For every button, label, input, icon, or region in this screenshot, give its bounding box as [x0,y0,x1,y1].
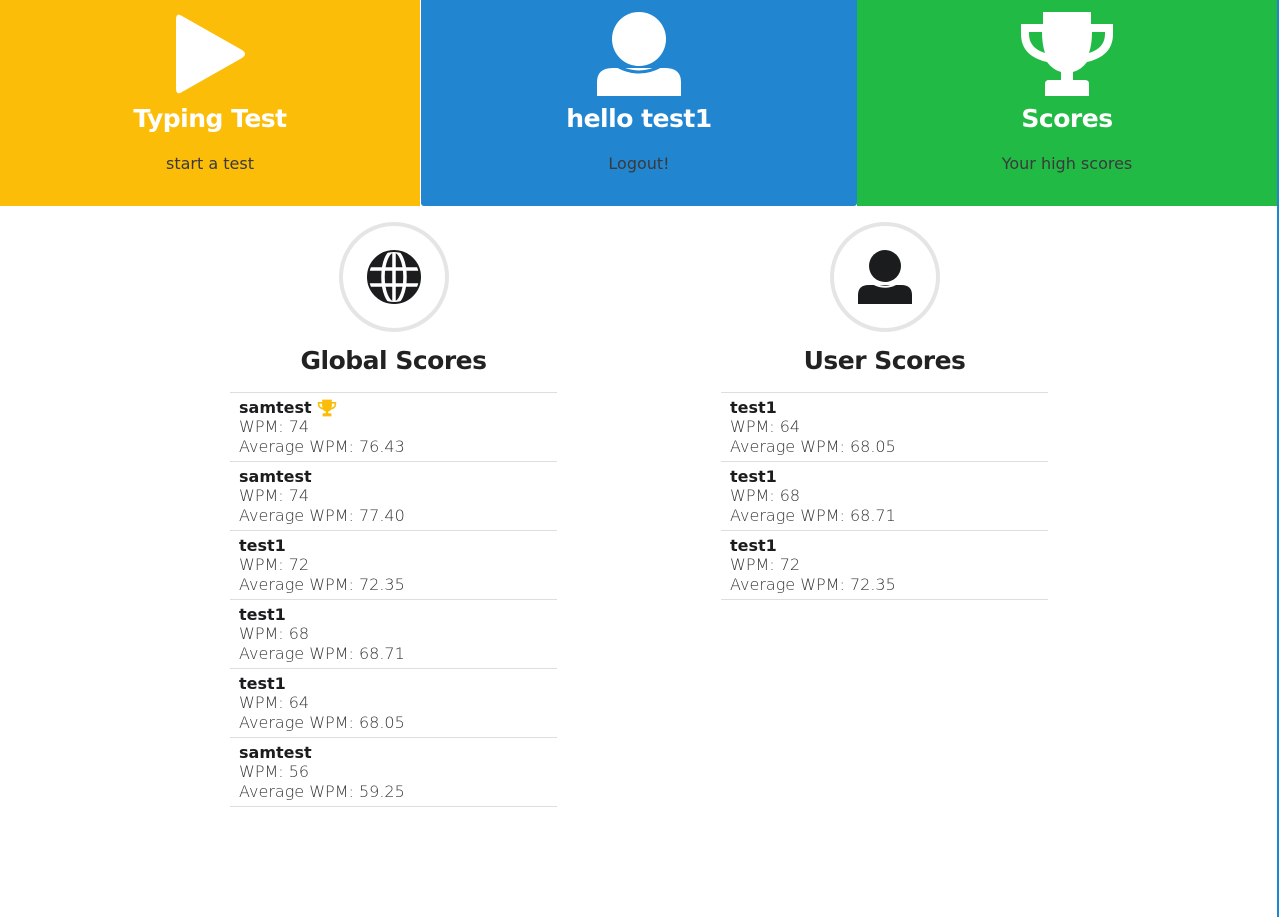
player-name: test1 [730,467,777,486]
average-wpm-value: Average WPM: 68.71 [730,506,896,525]
wpm-value: WPM: 68 [239,624,310,643]
player-name: test1 [730,398,777,417]
list-item: test1 WPM: 68 Average WPM: 68.71 [721,462,1048,531]
wpm-value: WPM: 74 [239,417,310,436]
user-tile[interactable]: hello test1 Logout! [421,0,857,206]
player-name: test1 [239,605,286,624]
globe-icon [366,249,421,305]
globe-icon-circle [338,222,449,332]
scores-tile[interactable]: Scores Your high scores [857,0,1277,206]
global-scores-section: Global Scores samtest WPM: 74 Average WP… [230,222,557,807]
player-name: samtest [239,743,312,762]
wpm-value: WPM: 74 [239,486,310,505]
list-item: samtest WPM: 74 Average WPM: 76.43 [230,393,557,462]
average-wpm-value: Average WPM: 68.05 [730,437,896,456]
top-navigation: Typing Test start a test hello test1 Log… [0,0,1279,206]
average-wpm-value: Average WPM: 59.25 [239,782,405,801]
list-item: test1 WPM: 68 Average WPM: 68.71 [230,600,557,669]
list-item: test1 WPM: 64 Average WPM: 68.05 [230,669,557,738]
wpm-value: WPM: 56 [239,762,310,781]
average-wpm-value: Average WPM: 72.35 [730,575,896,594]
list-item: test1 WPM: 72 Average WPM: 72.35 [721,531,1048,600]
wpm-value: WPM: 68 [730,486,801,505]
scores-title: Scores [1021,104,1113,133]
player-name: samtest [239,398,312,417]
typing-test-title: Typing Test [133,104,287,133]
player-name: test1 [239,536,286,555]
greeting-title: hello test1 [566,104,712,133]
average-wpm-value: Average WPM: 68.05 [239,713,405,732]
global-scores-heading: Global Scores [300,346,487,375]
user-icon [857,250,912,304]
trophy-icon [1021,12,1113,96]
user-scores-section: User Scores test1 WPM: 64 Average WPM: 6… [721,222,1048,600]
play-icon [176,14,245,94]
list-item: samtest WPM: 74 Average WPM: 77.40 [230,462,557,531]
logout-link[interactable]: Logout! [421,154,857,173]
user-scores-heading: User Scores [803,346,966,375]
user-scores-list: test1 WPM: 64 Average WPM: 68.05 test1 W… [721,392,1048,600]
wpm-value: WPM: 64 [239,693,310,712]
list-item: test1 WPM: 64 Average WPM: 68.05 [721,393,1048,462]
typing-test-subtitle: start a test [166,154,254,173]
average-wpm-value: Average WPM: 72.35 [239,575,405,594]
wpm-value: WPM: 72 [239,555,310,574]
global-scores-list: samtest WPM: 74 Average WPM: 76.43 samte… [230,392,557,807]
list-item: samtest WPM: 56 Average WPM: 59.25 [230,738,557,807]
wpm-value: WPM: 72 [730,555,801,574]
player-name: test1 [239,674,286,693]
player-name: test1 [730,536,777,555]
list-item: test1 WPM: 72 Average WPM: 72.35 [230,531,557,600]
average-wpm-value: Average WPM: 68.71 [239,644,405,663]
average-wpm-value: Average WPM: 77.40 [239,506,405,525]
wpm-value: WPM: 64 [730,417,801,436]
trophy-icon [317,399,336,416]
user-icon [597,12,681,96]
scores-subtitle: Your high scores [1001,154,1133,173]
average-wpm-value: Average WPM: 76.43 [239,437,405,456]
user-icon-circle [829,222,940,332]
typing-test-tile[interactable]: Typing Test start a test [0,0,420,206]
player-name: samtest [239,467,312,486]
